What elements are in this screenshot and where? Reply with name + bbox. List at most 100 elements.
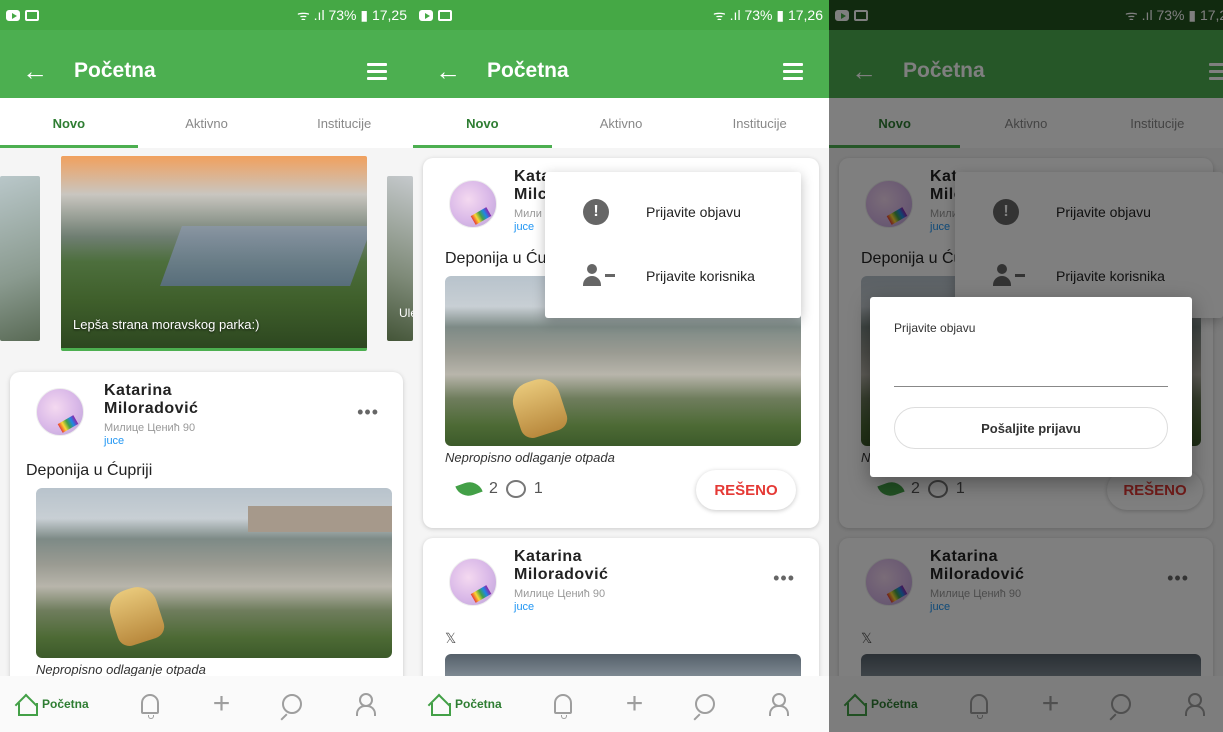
post-date: juce — [104, 435, 125, 447]
menu-item-label: Prijavite korisnika — [646, 268, 755, 284]
screen-post-menu: ᯤ .ıl 73% ▮ 17,26 ← Početna Novo Aktivno… — [413, 0, 829, 732]
home-icon — [14, 694, 38, 716]
status-indicators: ᯤ .ıl 73% ▮ 17,26 — [713, 6, 823, 23]
report-dialog: Prijavite objavu Pošaljite prijavu — [870, 297, 1192, 477]
send-report-button[interactable]: Pošaljite prijavu — [894, 407, 1168, 449]
author-address: Милице Ценић 90 — [514, 588, 606, 600]
bell-icon — [140, 694, 159, 719]
river-image — [160, 226, 367, 286]
nav-notifications[interactable] — [553, 694, 572, 719]
nav-notifications[interactable] — [140, 694, 159, 719]
leaf-icon[interactable] — [455, 478, 483, 500]
author-address: Мили — [514, 208, 542, 220]
plus-icon: + — [625, 687, 644, 720]
slide-caption-next: Ule — [399, 306, 413, 320]
nav-home[interactable]: Početna — [14, 694, 89, 716]
tab-institucije[interactable]: Institucije — [275, 98, 413, 148]
post-card[interactable]: Katarina Miloradović Милице Ценић 90 juc… — [10, 372, 403, 676]
user-icon — [356, 693, 377, 716]
slide-caption: Lepša strana moravskog parka:) — [73, 317, 260, 332]
feed: Kata Milc Мили juce Deponija u Ću Neprop… — [413, 150, 829, 676]
post-date: juce — [514, 601, 535, 613]
tab-bar: Novo Aktivno Institucije — [413, 98, 829, 148]
carousel-slide-prev[interactable] — [0, 176, 40, 341]
alert-icon: ! — [583, 199, 609, 225]
post-title: Deponija u Ću — [445, 250, 547, 267]
gallery-icon — [438, 9, 452, 21]
post-caption: Nepropisno odlaganje otpada — [445, 450, 615, 465]
avatar[interactable] — [449, 180, 497, 228]
arrow-left-icon[interactable]: ← — [435, 58, 461, 84]
page-title: Početna — [487, 59, 569, 82]
dialog-title: Prijavite objavu — [894, 321, 976, 335]
tab-institucije[interactable]: Institucije — [690, 98, 829, 148]
post-date: juce — [514, 221, 535, 233]
user-icon — [769, 693, 790, 716]
page-title: Početna — [74, 59, 156, 82]
status-bar: ᯤ .ıl 73% ▮ 17,25 — [0, 0, 413, 30]
author-last-name[interactable]: Miloradović — [104, 400, 198, 418]
nav-profile[interactable] — [356, 693, 377, 716]
nav-search[interactable] — [282, 694, 303, 714]
avatar[interactable] — [36, 388, 84, 436]
comment-count: 1 — [533, 480, 543, 497]
carousel-slide-current[interactable]: Lepša strana moravskog parka:) — [61, 156, 367, 351]
post-caption: Nepropisno odlaganje otpada — [36, 662, 206, 676]
status-indicators: ᯤ .ıl 73% ▮ 17,25 — [297, 6, 407, 23]
arrow-left-icon[interactable]: ← — [22, 58, 48, 84]
post-photo[interactable] — [445, 654, 801, 676]
youtube-icon — [419, 9, 433, 21]
home-icon — [427, 694, 451, 716]
like-count: 2 — [489, 480, 498, 497]
sack-image — [104, 581, 168, 650]
post-title-glyph: 𝕏 — [445, 630, 457, 646]
bottom-navigation: Početna + — [413, 676, 829, 732]
sack-image — [507, 373, 571, 442]
screen-feed: ᯤ .ıl 73% ▮ 17,25 ← Početna Novo Aktivno… — [0, 0, 413, 732]
bottom-navigation: Početna + — [0, 676, 413, 732]
gallery-icon — [25, 9, 39, 21]
hamburger-icon[interactable] — [783, 62, 803, 80]
author-last-name[interactable]: Miloradović — [514, 566, 608, 584]
more-options-icon[interactable]: ••• — [357, 402, 379, 423]
author-address: Милице Ценић 90 — [104, 422, 196, 434]
post-actions: 2 1 — [455, 478, 543, 500]
report-reason-input[interactable] — [894, 355, 1168, 387]
resolved-button[interactable]: REŠENO — [696, 470, 796, 510]
post-card-2[interactable]: Katarina Miloradović Милице Ценић 90 juc… — [423, 538, 819, 676]
nav-home[interactable]: Početna — [427, 694, 502, 716]
carousel-slide-next[interactable]: Ule — [387, 176, 413, 341]
tab-novo[interactable]: Novo — [413, 98, 552, 148]
nav-add[interactable]: + — [213, 689, 231, 719]
author-first-name[interactable]: Katarina — [514, 548, 582, 566]
author-first-name[interactable]: Katarina — [104, 382, 172, 400]
bell-icon — [553, 694, 572, 719]
tab-novo[interactable]: Novo — [0, 98, 138, 148]
youtube-icon — [6, 9, 20, 21]
post-title: Deponija u Ćupriji — [26, 462, 153, 479]
tab-aktivno[interactable]: Aktivno — [138, 98, 276, 148]
nav-profile[interactable] — [769, 693, 790, 716]
more-options-icon[interactable]: ••• — [773, 568, 795, 589]
nav-home-label: Početna — [42, 697, 89, 711]
post-photo[interactable] — [36, 488, 392, 658]
comment-icon[interactable] — [505, 480, 526, 498]
menu-item-report-post[interactable]: ! Prijavite objavu — [545, 180, 801, 244]
building-image — [248, 506, 392, 532]
menu-item-report-user[interactable]: Prijavite korisnika — [545, 244, 801, 308]
avatar[interactable] — [449, 558, 497, 606]
search-icon — [282, 694, 303, 714]
tab-bar: Novo Aktivno Institucije — [0, 98, 413, 148]
nav-home-label: Početna — [455, 697, 502, 711]
hamburger-icon[interactable] — [367, 62, 387, 80]
post-options-menu: ! Prijavite objavu Prijavite korisnika — [545, 172, 801, 318]
search-icon — [695, 694, 716, 714]
user-minus-icon — [583, 264, 617, 288]
status-bar: ᯤ .ıl 73% ▮ 17,26 — [413, 0, 829, 30]
plus-icon: + — [212, 687, 231, 720]
nav-add[interactable]: + — [626, 689, 644, 719]
nav-search[interactable] — [695, 694, 716, 714]
tab-aktivno[interactable]: Aktivno — [552, 98, 691, 148]
photo-carousel[interactable]: Lepša strana moravskog parka:) Ule — [0, 156, 413, 356]
author-last-name[interactable]: Milc — [514, 186, 547, 204]
